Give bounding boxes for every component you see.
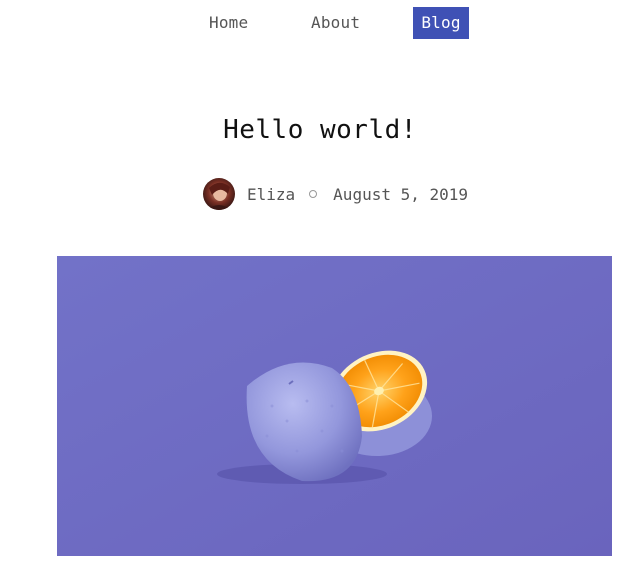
author-name[interactable]: Eliza xyxy=(247,185,295,204)
separator-dot-icon xyxy=(309,190,318,198)
post-meta: Eliza August 5, 2019 xyxy=(203,177,468,211)
hero-image xyxy=(57,256,612,556)
nav-link-home[interactable]: Home xyxy=(209,7,248,39)
nav-link-about[interactable]: About xyxy=(311,7,360,39)
post-date: August 5, 2019 xyxy=(333,184,469,204)
top-navigation: Home About Blog xyxy=(0,7,640,39)
author-avatar xyxy=(203,178,235,210)
nav-link-blog[interactable]: Blog xyxy=(413,7,469,39)
avatar-image xyxy=(203,178,235,210)
post-title: Hello world! xyxy=(223,115,417,145)
orange-halves-image xyxy=(57,256,612,556)
